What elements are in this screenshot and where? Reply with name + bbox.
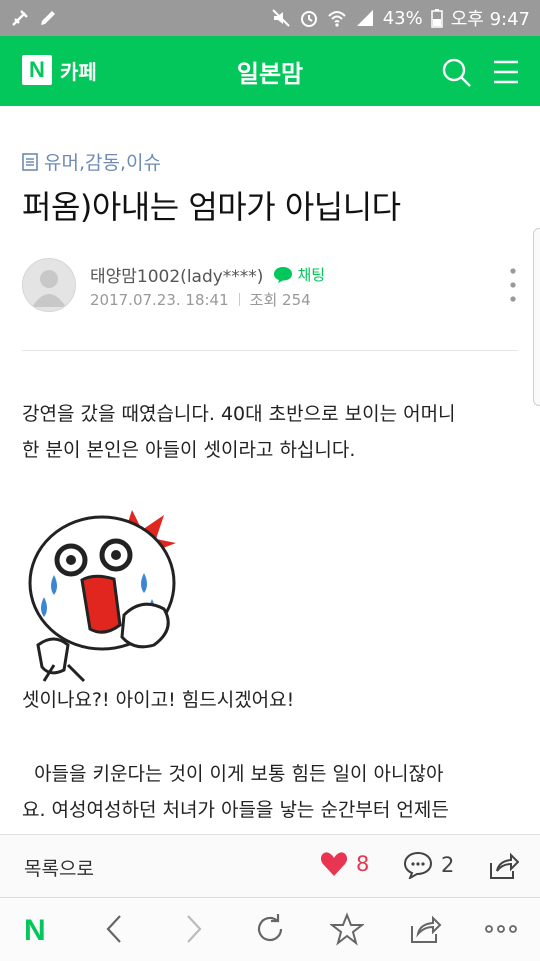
chat-bubble-icon bbox=[274, 266, 293, 283]
crying-sticker-image bbox=[28, 510, 176, 683]
divider bbox=[22, 350, 518, 351]
naver-home-button[interactable]: N bbox=[24, 914, 46, 948]
post-action-bar: 목록으로 8 2 bbox=[0, 834, 540, 897]
author-name[interactable]: 태양맘1002(lady****) bbox=[90, 262, 263, 287]
heart-icon bbox=[320, 852, 348, 876]
view-count: 조회 254 bbox=[249, 291, 311, 309]
mute-icon bbox=[272, 9, 290, 27]
chat-label: 채팅 bbox=[297, 266, 326, 284]
search-icon[interactable] bbox=[440, 56, 472, 88]
post-date: 2017.07.23. 18:41 bbox=[90, 290, 229, 309]
like-button[interactable]: 8 bbox=[320, 851, 369, 877]
wifi-icon bbox=[328, 11, 346, 27]
board-icon bbox=[22, 152, 38, 171]
share-icon[interactable] bbox=[487, 851, 519, 881]
share-icon[interactable] bbox=[408, 912, 442, 946]
avatar[interactable] bbox=[22, 258, 76, 312]
more-icon[interactable] bbox=[484, 912, 518, 946]
author-line: 태양맘1002(lady****) 채팅 bbox=[90, 262, 325, 287]
post-meta: 2017.07.23. 18:41 조회 254 bbox=[90, 289, 311, 310]
body-paragraph: 강연을 갔을 때였습니다. 40대 초반으로 보이는 어머니 한 분이 본인은 … bbox=[22, 403, 456, 461]
app-bar: N 카페 일본맘 bbox=[0, 36, 540, 106]
like-count: 8 bbox=[356, 852, 370, 876]
menu-icon[interactable] bbox=[492, 58, 520, 86]
clock: 오후 9:47 bbox=[450, 9, 530, 30]
post-title: 퍼옴)아내는 엄마가 아닙니다 bbox=[22, 188, 401, 226]
chat-button[interactable]: 채팅 bbox=[273, 264, 325, 285]
category-link[interactable]: 유머,감동,이슈 bbox=[22, 148, 161, 175]
signal-icon bbox=[356, 10, 373, 26]
status-bar: 43% 오후 9:47 bbox=[0, 0, 540, 36]
bookmark-star-icon[interactable] bbox=[330, 912, 364, 946]
usb-icon bbox=[12, 10, 28, 26]
comment-icon bbox=[403, 851, 433, 879]
back-icon[interactable] bbox=[98, 912, 132, 946]
alarm-icon bbox=[300, 11, 317, 27]
battery-percent: 43% bbox=[382, 7, 423, 29]
refresh-icon[interactable] bbox=[253, 912, 287, 946]
side-panel-handle[interactable] bbox=[533, 228, 540, 406]
body-paragraph: 셋이나요?! 아이고! 힘드시겠어요! bbox=[22, 689, 295, 711]
more-options-icon[interactable] bbox=[506, 266, 520, 304]
comment-count: 2 bbox=[441, 853, 455, 877]
comment-button[interactable]: 2 bbox=[403, 851, 454, 879]
forward-icon[interactable] bbox=[176, 912, 210, 946]
back-to-list-button[interactable]: 목록으로 bbox=[24, 854, 94, 881]
category-label: 유머,감동,이슈 bbox=[44, 152, 161, 174]
meta-separator bbox=[238, 293, 240, 306]
edit-icon bbox=[41, 11, 55, 25]
body-paragraph: 아들을 키운다는 것이 이게 보통 힘든 일이 아니잖아 요. 여성여성하던 처… bbox=[22, 763, 449, 821]
default-avatar-icon bbox=[32, 270, 66, 307]
browser-nav-bar: N bbox=[0, 897, 540, 961]
battery-icon bbox=[430, 9, 443, 28]
